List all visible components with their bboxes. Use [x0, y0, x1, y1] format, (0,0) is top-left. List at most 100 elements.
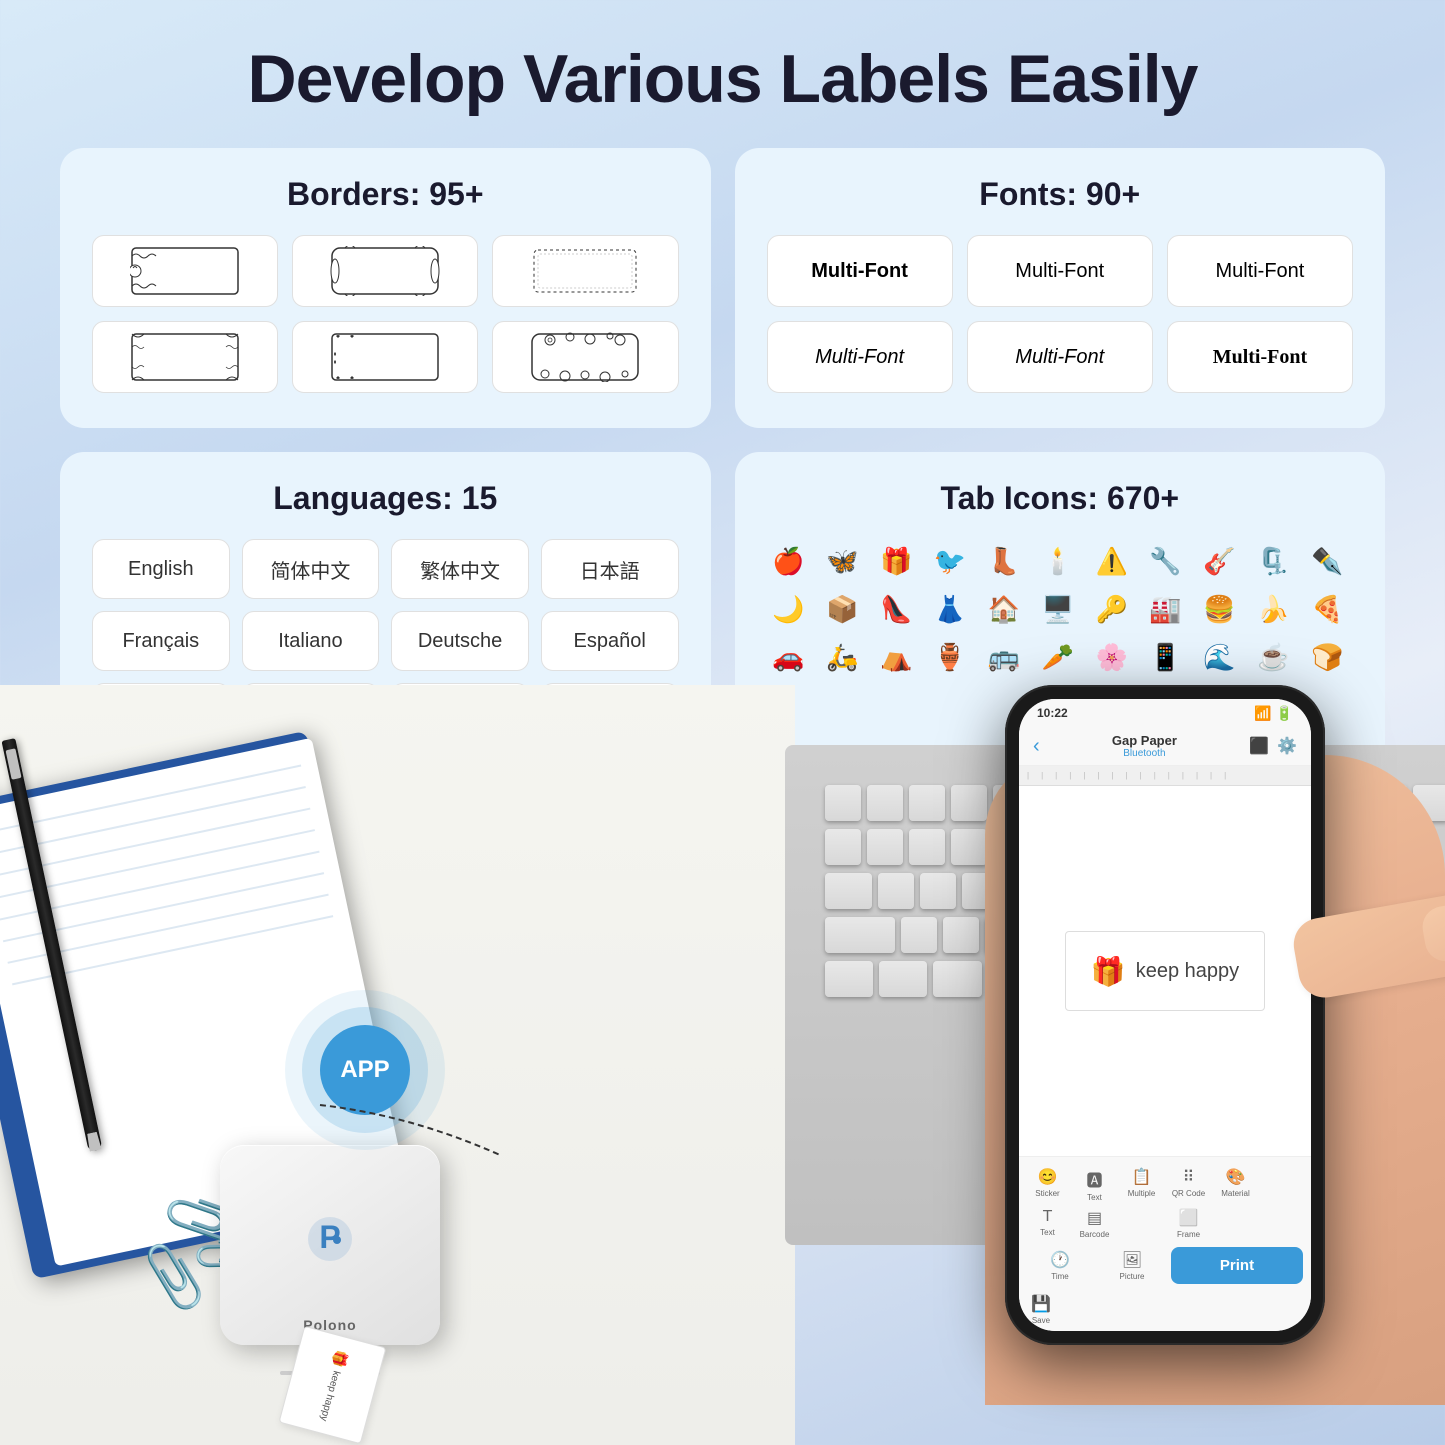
tab-icon-heels: 👠 [874, 587, 918, 631]
phone-header-sub: Bluetooth [1112, 748, 1177, 759]
tool-text[interactable]: 🅰 Text [1074, 1167, 1115, 1202]
tab-icon-pizza: 🍕 [1305, 587, 1349, 631]
border-item-2 [292, 235, 478, 307]
icons-row-3: 🚗 🛵 ⛺ 🏺 🚌 🥕 🌸 📱 🌊 ☕ 🍞 [767, 635, 1354, 679]
tool-empty2 [1121, 1208, 1162, 1239]
tab-icon-flower: 🌸 [1090, 635, 1134, 679]
phone-container: 10:22 📶 🔋 ‹ Gap Paper Bluetooth [1005, 685, 1365, 1385]
fonts-card: Fonts: 90+ Multi-Font Multi-Font Multi-F… [735, 148, 1386, 428]
tab-icon-moon: 🌙 [767, 587, 811, 631]
font-item-4: Multi-Font [767, 321, 953, 393]
tab-icon-apple: 🍎 [767, 539, 811, 583]
connector-line [310, 1095, 510, 1175]
tab-icon-monitor: 🖥️ [1036, 587, 1080, 631]
borders-card: Borders: 95+ [60, 148, 711, 428]
tab-icon-box: 📦 [820, 587, 864, 631]
font-item-2: Multi-Font [967, 235, 1153, 307]
tool-multiple[interactable]: 📋 Multiple [1121, 1167, 1162, 1202]
phone-canvas: 🎁 keep happy [1019, 786, 1311, 1157]
tab-icon-warning: ⚠️ [1090, 539, 1134, 583]
borders-grid [92, 235, 679, 393]
phone-screen: 10:22 📶 🔋 ‹ Gap Paper Bluetooth [1019, 699, 1311, 1331]
phone-ruler: ||||||||||||||| [1019, 766, 1311, 786]
phone-print-button[interactable]: Print [1171, 1247, 1303, 1284]
phone-label-preview-text: keep happy [1136, 960, 1239, 983]
tool-empty4 [1262, 1208, 1303, 1239]
tool-empty1 [1262, 1167, 1303, 1202]
lang-german: Deutsche [391, 611, 529, 671]
tool-frame[interactable]: ⬜ Frame [1168, 1208, 1209, 1239]
lang-english: English [92, 539, 230, 599]
phone-app-header: ‹ Gap Paper Bluetooth ⬛ ⚙️ [1019, 727, 1311, 766]
tab-icon-bread: 🍞 [1305, 635, 1349, 679]
tab-icons-title: Tab Icons: 670+ [767, 480, 1354, 517]
features-grid: Borders: 95+ [0, 148, 1445, 771]
lang-traditional-chinese: 繁体中文 [391, 539, 529, 599]
bottom-scene: 📎 📎 📎 P Polono 🎁 [0, 685, 1445, 1445]
tool-barcode[interactable]: T Text [1027, 1208, 1068, 1239]
tab-icon-banana: 🍌 [1251, 587, 1295, 631]
font-item-6: Multi-Font [1167, 321, 1353, 393]
tab-icon-scooter: 🛵 [820, 635, 864, 679]
font-item-5: Multi-Font [967, 321, 1153, 393]
fonts-title: Fonts: 90+ [767, 176, 1354, 213]
borders-title: Borders: 95+ [92, 176, 679, 213]
tab-icon-wrench: 🔧 [1144, 539, 1188, 583]
tab-icon-dress: 👗 [928, 587, 972, 631]
languages-title: Languages: 15 [92, 480, 679, 517]
tab-icon-boot: 👢 [982, 539, 1026, 583]
border-item-1 [92, 235, 278, 307]
tool-picture[interactable]: 🖼 Picture [1099, 1250, 1165, 1281]
phone-status-bar: 10:22 📶 🔋 [1019, 699, 1311, 727]
lang-french: Français [92, 611, 230, 671]
tab-icon-candle: 🕯️ [1036, 539, 1080, 583]
border-item-4 [92, 321, 278, 393]
tool-save[interactable]: 💾 Save [1031, 1294, 1051, 1325]
lang-japanese: 日本語 [541, 539, 679, 599]
lang-italian: Italiano [242, 611, 380, 671]
lang-simplified-chinese: 简体中文 [242, 539, 380, 599]
page-title: Develop Various Labels Easily [0, 0, 1445, 148]
tool-time[interactable]: 🕐 Time [1027, 1250, 1093, 1281]
tab-icon-vase: 🏺 [928, 635, 972, 679]
tab-icon-coffee: ☕ [1251, 635, 1295, 679]
fonts-grid: Multi-Font Multi-Font Multi-Font Multi-F… [767, 235, 1354, 393]
border-item-6 [492, 321, 678, 393]
tab-icon-guitar: 🎸 [1197, 539, 1241, 583]
phone-header-text: Gap Paper [1112, 733, 1177, 748]
desk-surface: 📎 📎 📎 P Polono 🎁 [0, 685, 795, 1445]
tool-sticker[interactable]: 😊 Sticker [1027, 1167, 1068, 1202]
border-item-3 [492, 235, 678, 307]
lang-spanish: Español [541, 611, 679, 671]
tool-material[interactable]: 🎨 Material [1215, 1167, 1256, 1202]
font-item-1: Multi-Font [767, 235, 953, 307]
tab-icon-carrot: 🥕 [1036, 635, 1080, 679]
tool-empty3 [1215, 1208, 1256, 1239]
tab-icon-butterfly: 🦋 [820, 539, 864, 583]
app-label: APP [340, 1056, 389, 1084]
border-item-5 [292, 321, 478, 393]
phone-toolbar: 😊 Sticker 🅰 Text 📋 Multiple ⠿ [1019, 1157, 1311, 1331]
icons-container: 🍎 🦋 🎁 🐦 👢 🕯️ ⚠️ 🔧 🎸 🗜️ ✒️ 🌙 📦 👠 👗 🏠 🖥️ [767, 539, 1354, 679]
phone-time: 10:22 [1037, 706, 1068, 720]
tab-icon-tent: ⛺ [874, 635, 918, 679]
tab-icon-clamp: 🗜️ [1251, 539, 1295, 583]
tab-icon-gift: 🎁 [874, 539, 918, 583]
tab-icon-pen: ✒️ [1305, 539, 1349, 583]
tab-icon-burger: 🍔 [1197, 587, 1241, 631]
tool-qrcode[interactable]: ⠿ QR Code [1168, 1167, 1209, 1202]
tab-icon-car: 🚗 [767, 635, 811, 679]
tab-icon-phone-icon: 📱 [1144, 635, 1188, 679]
tab-icon-factory: 🏭 [1144, 587, 1188, 631]
font-item-3: Multi-Font [1167, 235, 1353, 307]
tab-icon-house: 🏠 [982, 587, 1026, 631]
icons-row-2: 🌙 📦 👠 👗 🏠 🖥️ 🔑 🏭 🍔 🍌 🍕 [767, 587, 1354, 631]
tab-icon-bus: 🚌 [982, 635, 1026, 679]
icons-row-1: 🍎 🦋 🎁 🐦 👢 🕯️ ⚠️ 🔧 🎸 🗜️ ✒️ [767, 539, 1354, 583]
tab-icon-bird: 🐦 [928, 539, 972, 583]
tab-icon-key: 🔑 [1090, 587, 1134, 631]
label-printer: P Polono 🎁 keep happy [220, 1145, 440, 1365]
tool-barcode2[interactable]: ▤ Barcode [1074, 1208, 1115, 1239]
phone-frame: 10:22 📶 🔋 ‹ Gap Paper Bluetooth [1005, 685, 1325, 1345]
tab-icon-wave: 🌊 [1197, 635, 1241, 679]
